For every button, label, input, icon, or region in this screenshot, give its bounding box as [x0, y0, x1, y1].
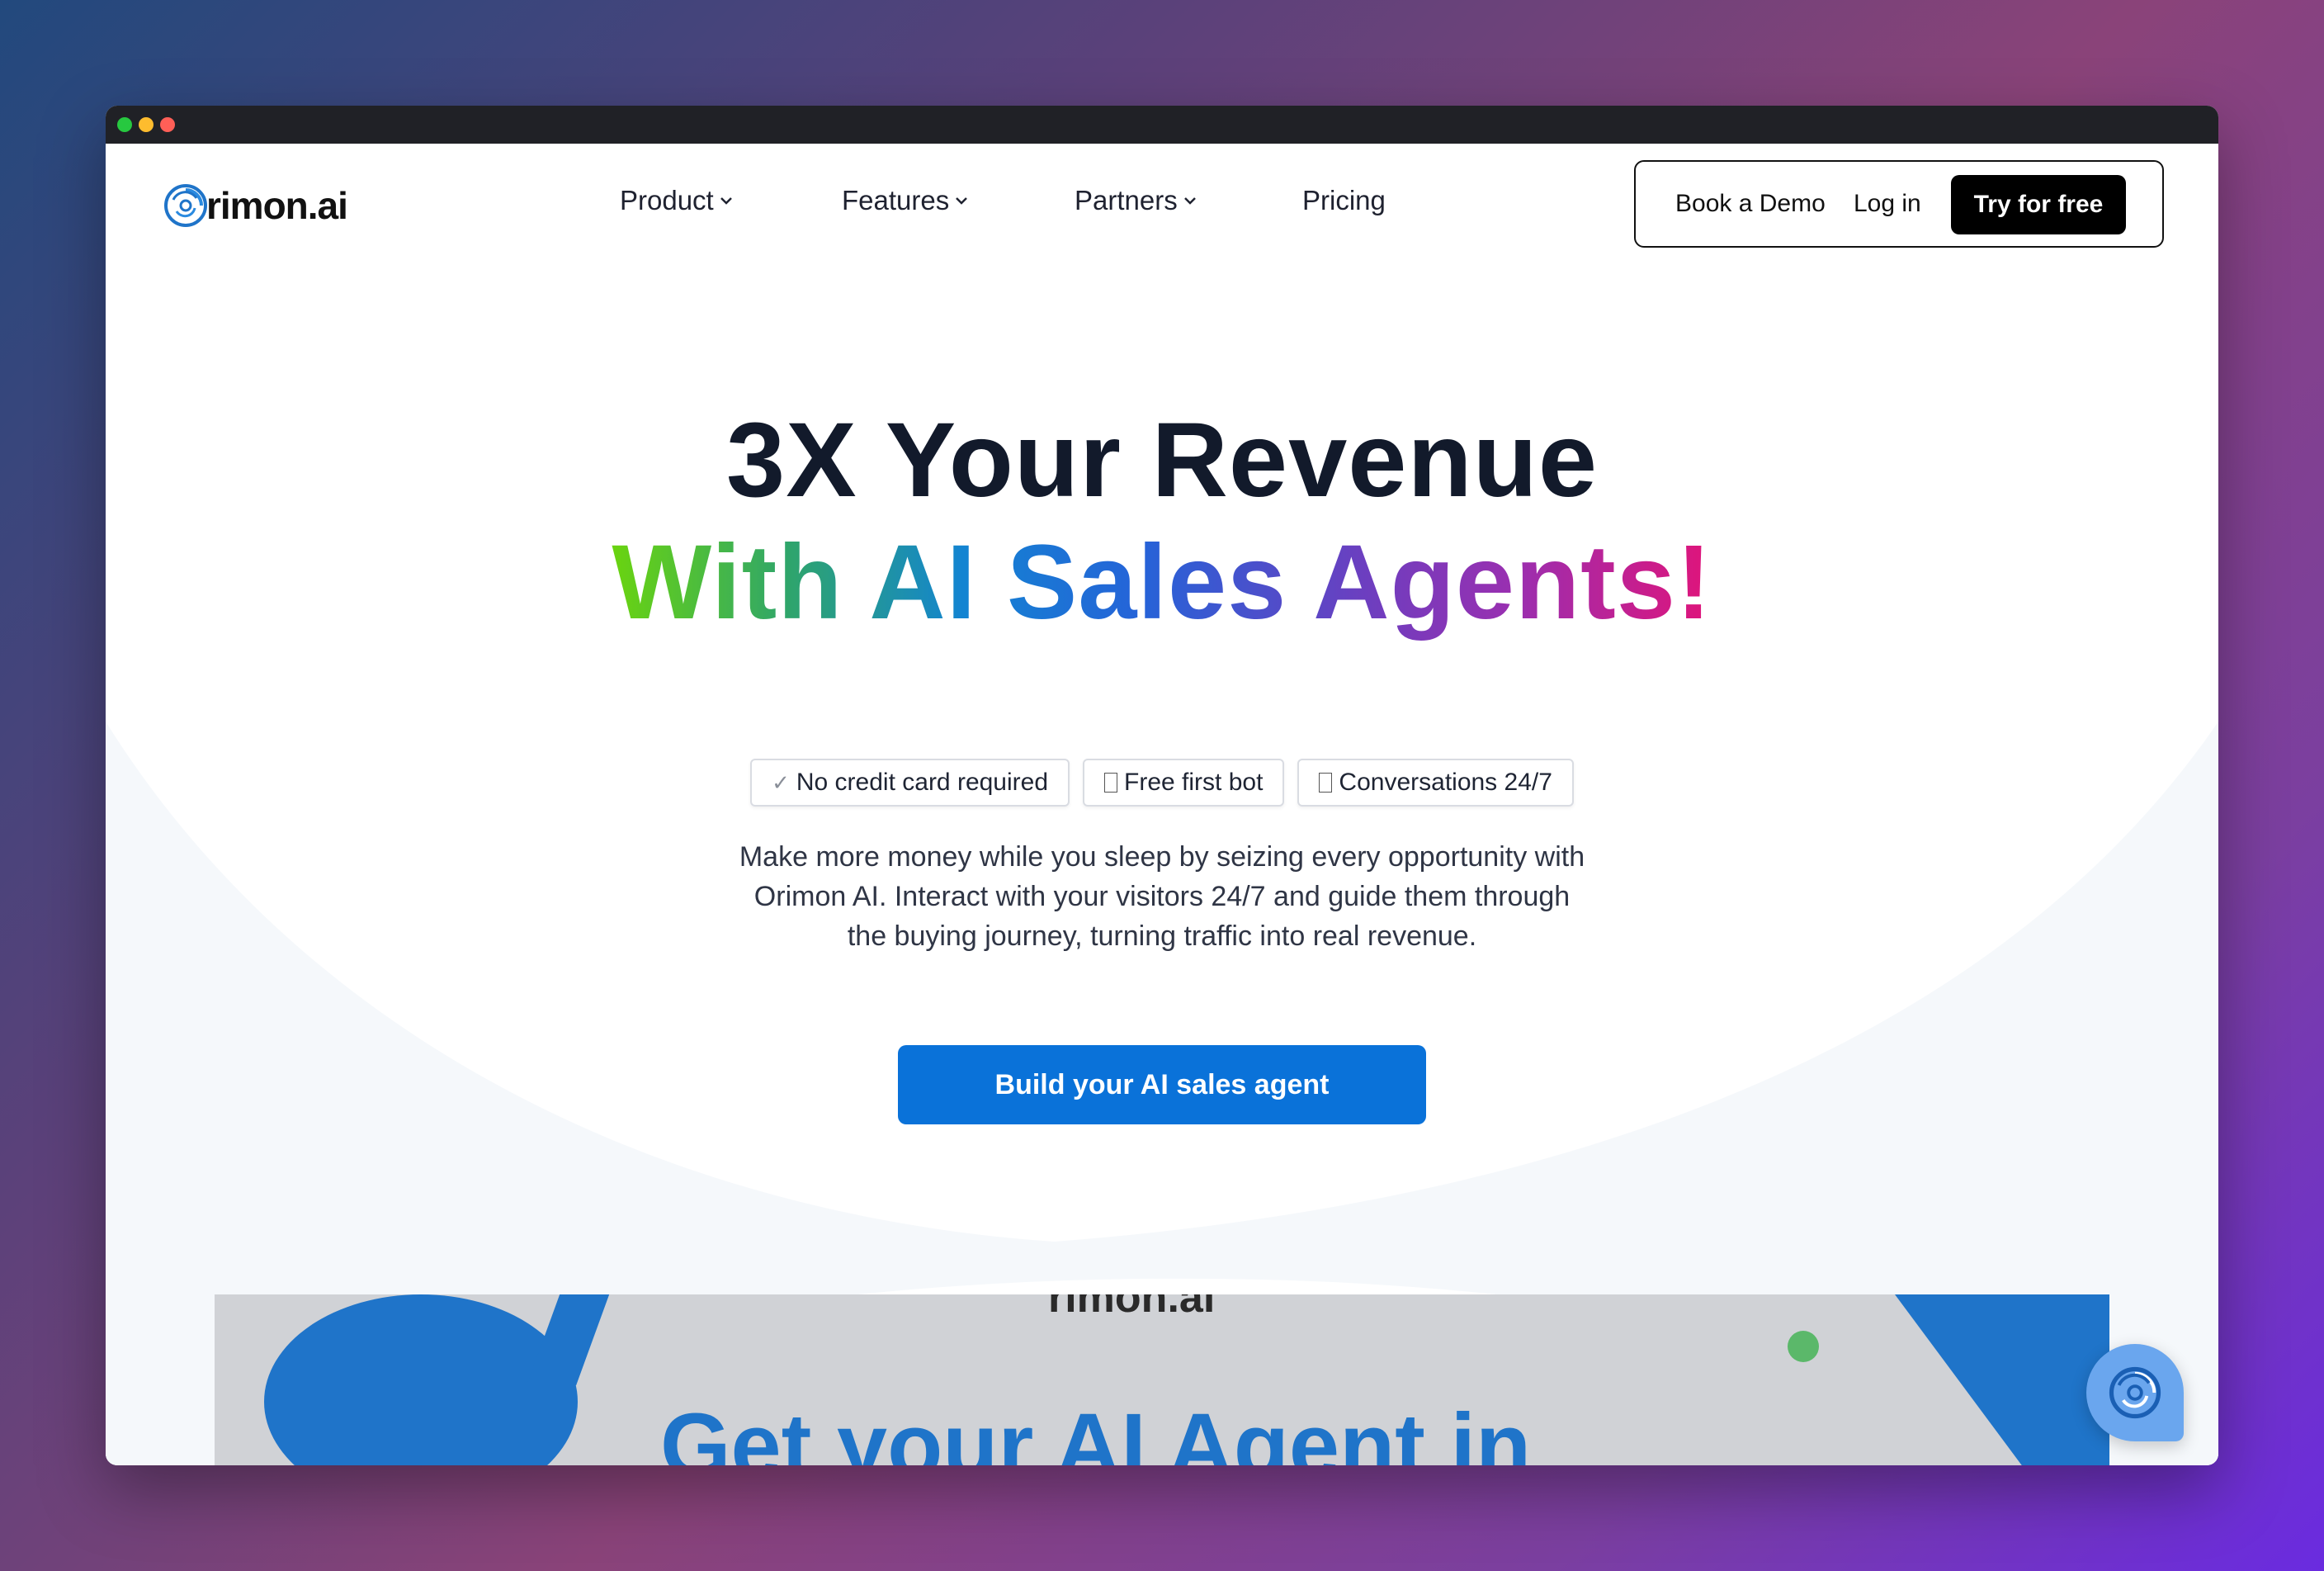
- window-maximize-button[interactable]: [117, 117, 132, 132]
- hero-title-line1: 3X Your Revenue: [726, 401, 1598, 519]
- chevron-down-icon: [1183, 197, 1196, 205]
- chevron-down-icon: [720, 197, 732, 205]
- hero-description: Make more money while you sleep by seizi…: [106, 837, 2218, 956]
- unknown-glyph-icon: [1319, 773, 1333, 793]
- window-minimize-button[interactable]: [139, 117, 154, 132]
- orimon-swirl-icon: [164, 184, 207, 227]
- preview-logo-text: rimon.ai: [1048, 1294, 1216, 1322]
- feature-badges: ✓ No credit card required Free first bot…: [106, 759, 2218, 807]
- nav-item-label: Product: [620, 185, 714, 215]
- badge-label: Free first bot: [1124, 769, 1264, 796]
- preview-decor-shape: [1895, 1294, 2109, 1465]
- nav-item-pricing[interactable]: Pricing: [1302, 185, 1386, 216]
- unknown-glyph-icon: [1104, 773, 1118, 793]
- build-ai-agent-button[interactable]: Build your AI sales agent: [898, 1045, 1426, 1124]
- browser-window: rimon.ai Product Features Partners Prici…: [106, 106, 2218, 1465]
- window-titlebar: [106, 106, 2218, 144]
- description-line: the buying journey, turning traffic into…: [847, 920, 1477, 952]
- nav-item-features[interactable]: Features: [842, 185, 969, 216]
- nav-item-partners[interactable]: Partners: [1075, 185, 1197, 216]
- try-for-free-button[interactable]: Try for free: [1951, 175, 2126, 234]
- hero-title-gradient-text: With AI Sales Agents!: [612, 523, 1712, 641]
- chevron-down-icon: [956, 197, 968, 205]
- book-demo-link[interactable]: Book a Demo: [1675, 190, 1826, 218]
- description-line: Orimon AI. Interact with your visitors 2…: [753, 881, 1571, 912]
- nav-item-label: Features: [842, 185, 950, 215]
- nav-actions-group: Book a Demo Log in Try for free: [1634, 160, 2164, 248]
- orimon-logo[interactable]: rimon.ai: [163, 180, 348, 231]
- nav-item-product[interactable]: Product: [620, 185, 734, 216]
- page-viewport: rimon.ai Product Features Partners Prici…: [106, 144, 2218, 1465]
- badge-label: Conversations 24/7: [1339, 769, 1552, 796]
- description-line: Make more money while you sleep by seizi…: [739, 841, 1585, 873]
- product-preview-banner: rimon.ai Get your AI Agent in: [215, 1294, 2109, 1465]
- badge-conversations: Conversations 24/7: [1297, 759, 1574, 807]
- badge-label: No credit card required: [796, 769, 1049, 796]
- nav-item-label: Pricing: [1302, 185, 1386, 215]
- badge-free-first-bot: Free first bot: [1083, 759, 1285, 807]
- window-close-button[interactable]: [160, 117, 175, 132]
- chat-widget-button[interactable]: [2086, 1344, 2184, 1441]
- preview-dot: [1788, 1331, 1819, 1362]
- orimon-swirl-icon: [2109, 1366, 2161, 1419]
- check-icon: ✓: [772, 769, 790, 795]
- badge-no-credit-card: ✓ No credit card required: [750, 759, 1070, 807]
- nav-item-label: Partners: [1075, 185, 1178, 215]
- preview-title: Get your AI Agent in: [660, 1395, 1532, 1465]
- hero-title-line2: With AI Sales Agents!: [106, 522, 2218, 643]
- logo-text: rimon.ai: [206, 184, 348, 227]
- login-link[interactable]: Log in: [1854, 190, 1921, 218]
